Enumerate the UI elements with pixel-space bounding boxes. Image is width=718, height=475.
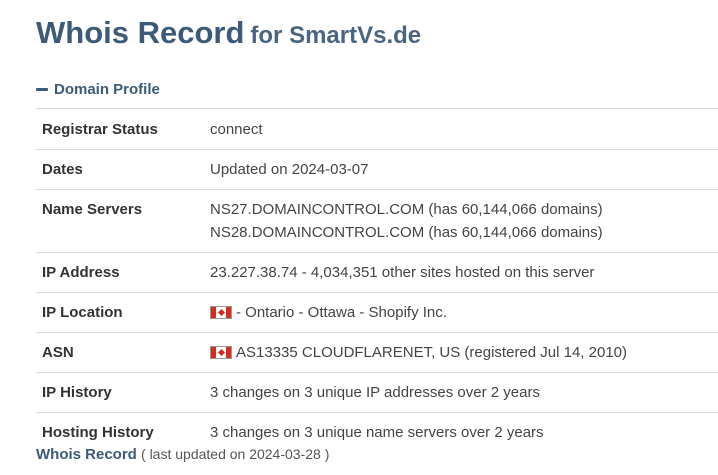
table-row-ip-location: IP Location - Ontario - Ottawa - Shopify… xyxy=(36,292,718,333)
table-row-ip-address: IP Address 23.227.38.74 - 4,034,351 othe… xyxy=(36,252,718,293)
table-row-registrar-status: Registrar Status connect xyxy=(36,110,718,150)
whois-page: Whois Record for SmartVs.de Domain Profil… xyxy=(0,0,718,475)
whois-record-footer: Whois Record ( last updated on 2024-03-2… xyxy=(36,446,329,463)
name-server-2: NS28.DOMAINCONTROL.COM (has 60,144,066 d… xyxy=(210,224,603,241)
last-updated-text: ( last updated on 2024-03-28 ) xyxy=(141,446,330,462)
table-row-asn: ASN AS13335 CLOUDFLARENET, US (registere… xyxy=(36,332,718,373)
row-label: ASN xyxy=(36,332,210,373)
table-row-dates: Dates Updated on 2024-03-07 xyxy=(36,149,718,190)
canada-flag-icon xyxy=(210,306,232,319)
asn-text: AS13335 CLOUDFLARENET, US (registered Ju… xyxy=(236,344,628,361)
page-title-domain: for SmartVs.de xyxy=(250,22,422,49)
table-row-name-servers: Name Servers NS27.DOMAINCONTROL.COM (has… xyxy=(36,189,718,253)
domain-profile-table: Registrar Status connect Dates Updated o… xyxy=(36,110,718,452)
row-label: Registrar Status xyxy=(36,110,210,150)
section-divider xyxy=(36,108,718,109)
row-label: IP Address xyxy=(36,252,210,293)
row-value: - Ontario - Ottawa - Shopify Inc. xyxy=(210,292,718,333)
row-value: 3 changes on 3 unique IP addresses over … xyxy=(210,372,718,413)
ip-location-text: - Ontario - Ottawa - Shopify Inc. xyxy=(236,304,447,321)
row-label: IP Location xyxy=(36,292,210,333)
row-value: connect xyxy=(210,110,718,150)
table-row-ip-history: IP History 3 changes on 3 unique IP addr… xyxy=(36,372,718,413)
page-title-main: Whois Record xyxy=(36,15,245,50)
domain-profile-toggle[interactable]: Domain Profile xyxy=(36,81,160,98)
row-value: Updated on 2024-03-07 xyxy=(210,149,718,190)
row-value: NS27.DOMAINCONTROL.COM (has 60,144,066 d… xyxy=(210,189,718,253)
whois-record-title[interactable]: Whois Record xyxy=(36,446,137,463)
row-label: Name Servers xyxy=(36,189,210,253)
canada-flag-icon xyxy=(210,346,232,359)
row-value: 23.227.38.74 - 4,034,351 other sites hos… xyxy=(210,252,718,293)
section-title: Domain Profile xyxy=(54,81,160,98)
row-value: AS13335 CLOUDFLARENET, US (registered Ju… xyxy=(210,332,718,373)
row-label: IP History xyxy=(36,372,210,413)
name-server-1: NS27.DOMAINCONTROL.COM (has 60,144,066 d… xyxy=(210,201,603,218)
row-label: Dates xyxy=(36,149,210,190)
minus-icon[interactable] xyxy=(36,88,48,91)
page-title: Whois Record for SmartVs.de xyxy=(36,14,421,51)
